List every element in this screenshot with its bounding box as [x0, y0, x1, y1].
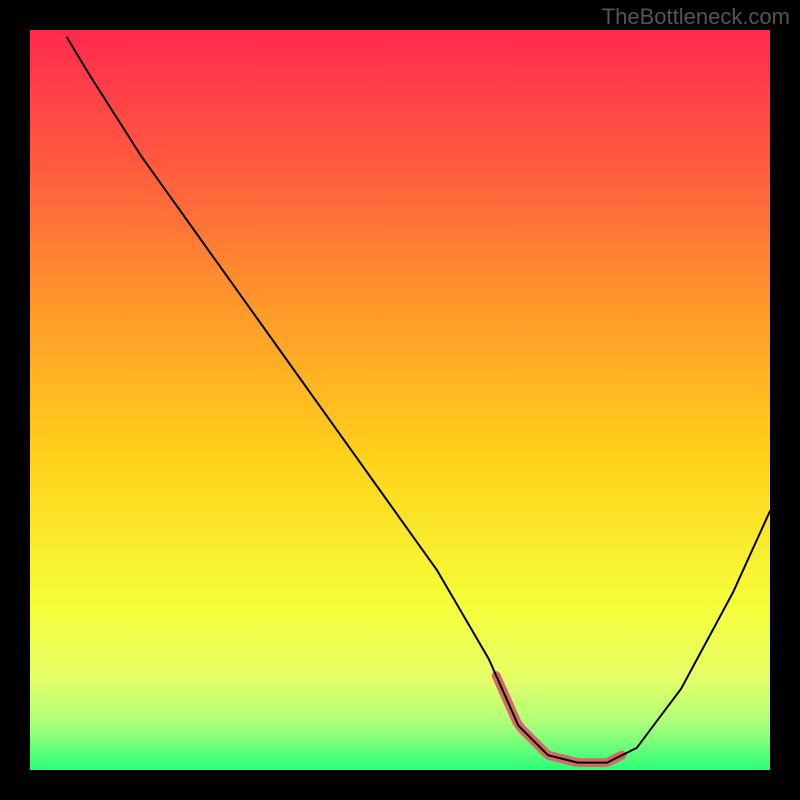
chart-container: TheBottleneck.com [0, 0, 800, 800]
bottleneck-chart [0, 0, 800, 800]
watermark-text: TheBottleneck.com [602, 4, 790, 30]
